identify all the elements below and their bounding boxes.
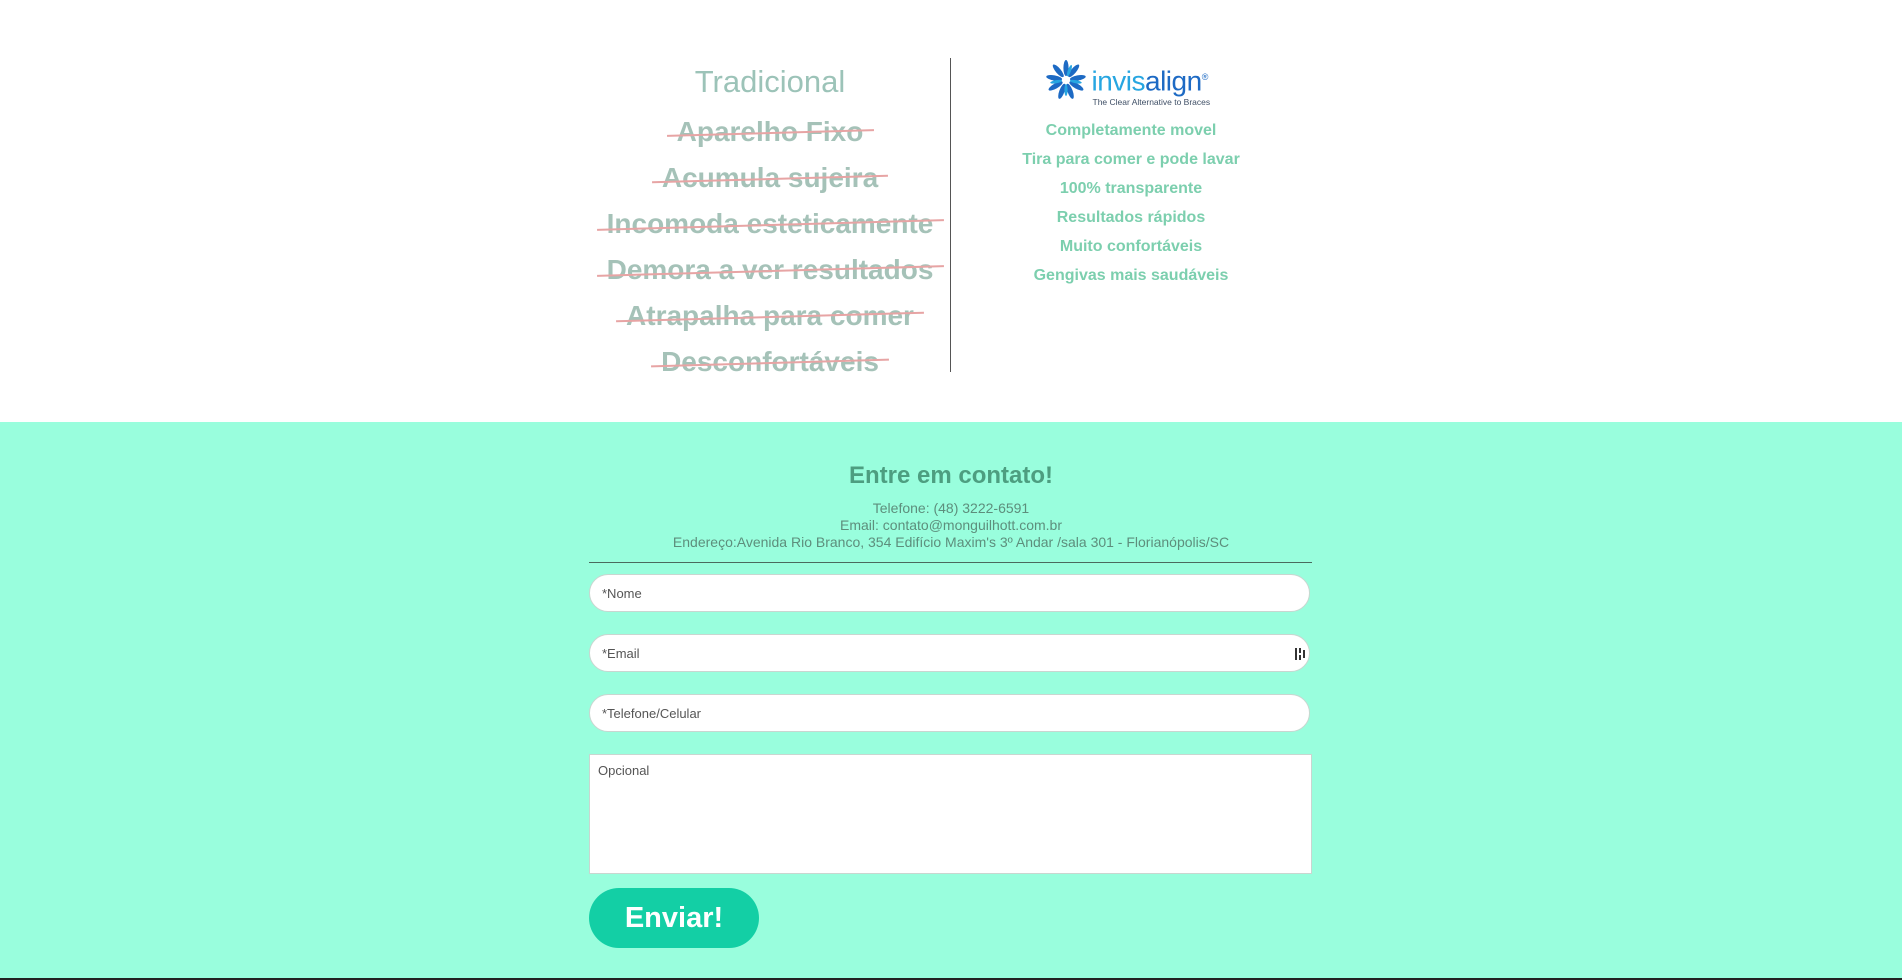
invisalign-item: Completamente movel — [1045, 122, 1217, 139]
invisalign-item: 100% transparente — [1059, 180, 1203, 197]
traditional-item: Incomoda esteticamente — [555, 201, 985, 247]
traditional-item: Acumula sujeira — [555, 155, 985, 201]
logo-tagline: The Clear Alternative to Braces — [1092, 97, 1211, 107]
invisalign-item: Resultados rápidos — [1056, 209, 1206, 226]
traditional-title: Tradicional — [694, 64, 846, 99]
submit-button[interactable]: Enviar! — [589, 888, 759, 948]
contact-title: Entre em contato! — [848, 462, 1054, 489]
contact-phone: Telefone: (48) 3222-6591 — [872, 500, 1030, 516]
traditional-item: Demora a ver resultados — [555, 247, 985, 293]
registered-mark: ® — [1201, 72, 1209, 82]
invisalign-list: Completamente movel Tira para comer e po… — [1000, 116, 1262, 290]
name-input[interactable] — [589, 574, 1310, 612]
traditional-item: Atrapalha para comer — [555, 293, 985, 339]
contact-email: Email: contato@monguilhott.com.br — [840, 517, 1062, 533]
invisalign-item: Tira para comer e pode lavar — [1022, 151, 1240, 168]
starburst-icon — [1045, 60, 1086, 99]
traditional-item: Aparelho Fixo — [555, 109, 985, 155]
logo-text-light: invis — [1091, 65, 1146, 97]
autofill-icon[interactable] — [1294, 647, 1306, 661]
invisalign-item: Muito confortáveis — [1059, 238, 1203, 255]
contact-divider — [589, 562, 1312, 563]
invisalign-column: invisalign® The Clear Alternative to Bra… — [1000, 58, 1262, 290]
invisalign-logo: invisalign® The Clear Alternative to Bra… — [1044, 58, 1219, 110]
contact-info: Telefone: (48) 3222-6591 Email: contato@… — [0, 500, 1902, 551]
column-divider — [950, 58, 951, 372]
traditional-item: Desconfortáveis — [555, 339, 985, 385]
contact-section: Entre em contato! Telefone: (48) 3222-65… — [0, 422, 1902, 978]
invisalign-item: Gengivas mais saudáveis — [1033, 267, 1229, 284]
comparison-section: Tradicional Aparelho Fixo Acumula sujeir… — [0, 0, 1902, 422]
email-input[interactable] — [589, 634, 1310, 672]
phone-input[interactable] — [589, 694, 1310, 732]
logo-text-bold: align — [1145, 65, 1202, 97]
traditional-column: Tradicional Aparelho Fixo Acumula sujeir… — [555, 55, 985, 385]
message-textarea[interactable] — [589, 754, 1312, 874]
traditional-list: Aparelho Fixo Acumula sujeira Incomoda e… — [555, 109, 985, 385]
contact-address: Endereço:Avenida Rio Branco, 354 Edifíci… — [672, 534, 1230, 550]
